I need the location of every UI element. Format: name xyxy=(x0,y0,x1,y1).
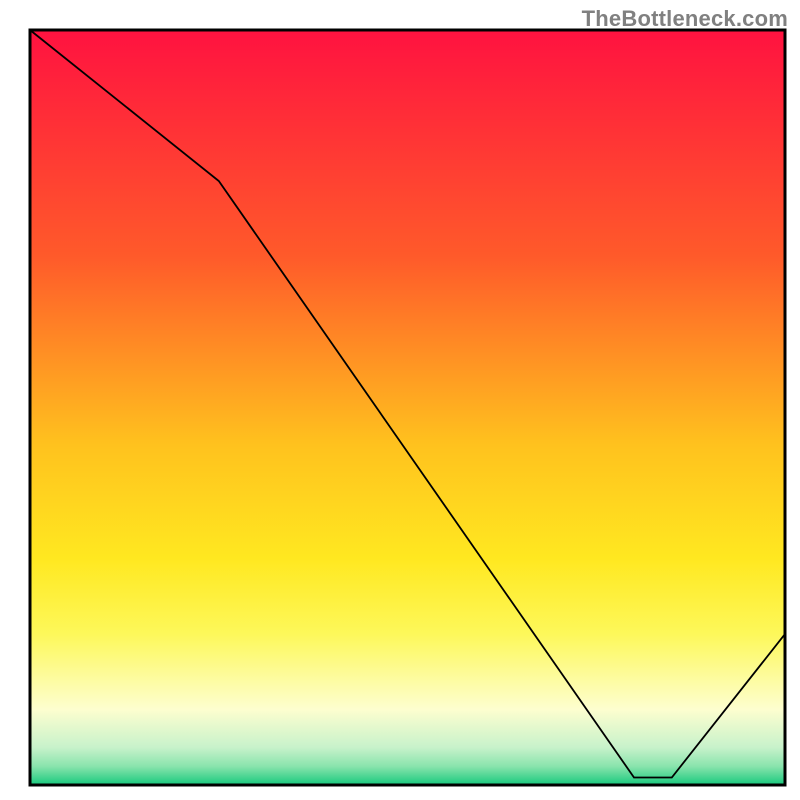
bottleneck-chart xyxy=(0,0,800,800)
attribution-text: TheBottleneck.com xyxy=(582,6,788,32)
plot-background xyxy=(30,30,785,785)
